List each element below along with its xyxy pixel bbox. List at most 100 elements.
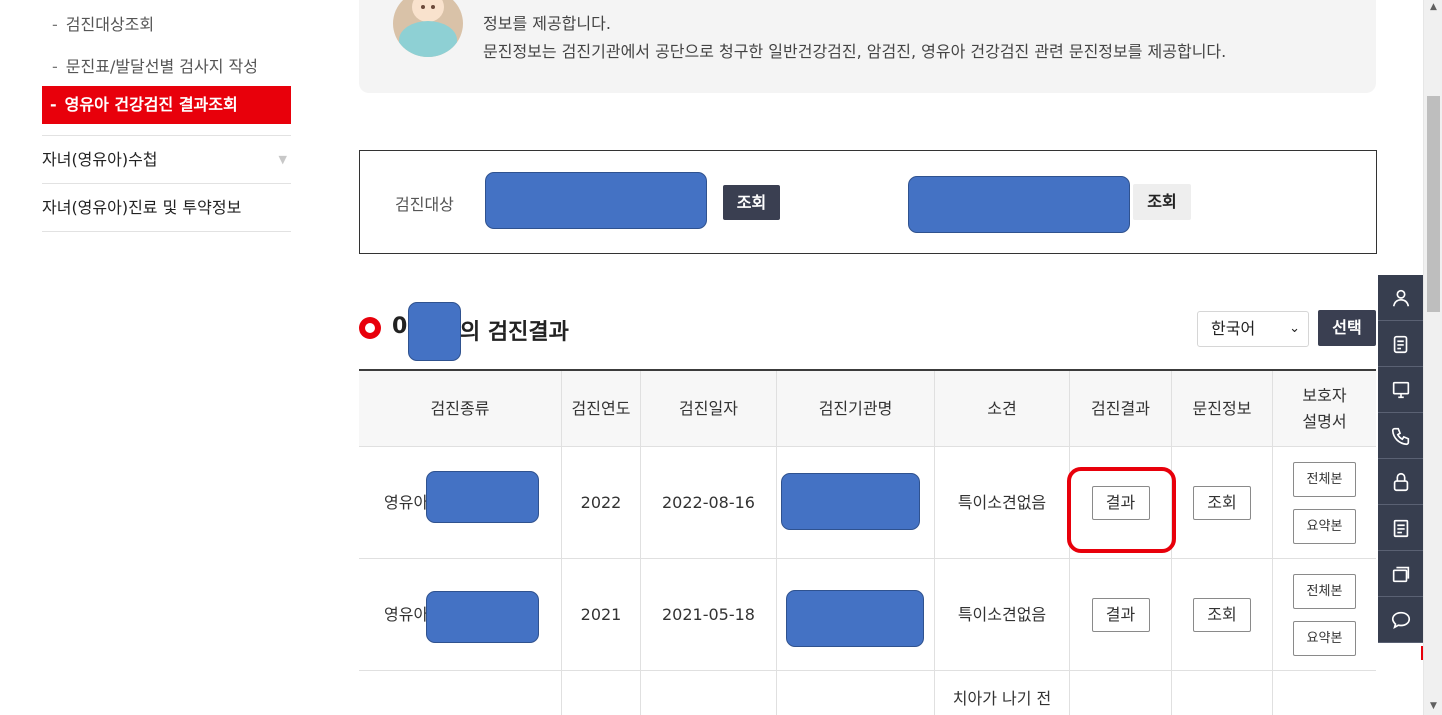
institution-cell	[777, 671, 935, 715]
checkup-type-cell	[359, 671, 562, 715]
sidebar-item-child-medical[interactable]: 자녀(영유아)진료 및 투약정보	[42, 184, 291, 232]
date-cell: 2021-05-18	[641, 559, 777, 670]
search-button[interactable]: 조회	[1133, 184, 1191, 220]
info-box: 정보를 제공합니다. 문진정보는 검진기관에서 공단으로 청구한 일반건강검진,…	[359, 0, 1376, 93]
sidebar-sub-item-infant-results[interactable]: - 영유아 건강검진 결과조회	[42, 86, 291, 124]
sidebar-sub-item-label: 영유아 건강검진 결과조회	[64, 95, 238, 114]
monitor-icon	[1392, 381, 1409, 398]
column-header: 검진종류	[359, 371, 562, 446]
redacted-name-field[interactable]	[485, 172, 707, 229]
quick-menu	[1378, 275, 1423, 643]
results-title: 0 의 검진결과	[392, 314, 569, 345]
quick-menu-item[interactable]	[1378, 459, 1423, 505]
result-button-highlight	[1067, 467, 1176, 553]
column-header: 검진연도	[562, 371, 641, 446]
opinion-cell: 특이소견없음	[935, 559, 1070, 670]
chevron-down-icon: ⌄	[1289, 321, 1300, 336]
redacted-checkup-type	[426, 591, 539, 643]
column-header: 검진결과	[1070, 371, 1172, 446]
result-cell	[1070, 671, 1172, 715]
sidebar-dash: -	[50, 95, 57, 114]
result-button[interactable]: 결과	[1091, 597, 1150, 632]
date-cell	[641, 671, 777, 715]
quick-menu-item[interactable]	[1378, 597, 1423, 643]
results-title-prefix: 0	[392, 314, 408, 339]
table-row: 영유아 2022 2022-08-16 특이소견없음 결과 조회 전체본 요약본	[359, 447, 1376, 559]
search-label: 검진대상	[395, 195, 454, 214]
language-select-button[interactable]: 선택	[1318, 310, 1376, 346]
location-pin-icon	[359, 317, 381, 339]
guide-cell	[1273, 671, 1376, 715]
search-button[interactable]: 조회	[723, 185, 780, 220]
sidebar-sub-item-questionnaire[interactable]: - 문진표/발달선별 검사지 작성	[42, 48, 291, 86]
language-select-value: 한국어	[1211, 319, 1256, 338]
scrollbar-thumb[interactable]	[1427, 96, 1440, 312]
person-icon	[1392, 289, 1409, 306]
year-cell	[562, 671, 641, 715]
sidebar-item-label: 자녀(영유아)수첩	[42, 150, 158, 169]
quick-menu-item[interactable]	[1378, 275, 1423, 321]
quick-menu-item[interactable]	[1378, 367, 1423, 413]
quick-menu-item[interactable]	[1378, 505, 1423, 551]
guide-summary-button[interactable]: 요약본	[1293, 508, 1356, 544]
checkup-type-cell: 영유아	[359, 559, 562, 670]
results-table: 검진종류 검진연도 검진일자 검진기관명 소견 검진결과 문진정보 보호자 설명…	[359, 369, 1376, 715]
questionnaire-cell: 조회	[1172, 559, 1273, 670]
questionnaire-button[interactable]: 조회	[1193, 485, 1251, 520]
opinion-cell: 치아가 나기 전	[935, 671, 1070, 715]
quick-menu-item[interactable]	[1378, 551, 1423, 597]
sidebar-sub-item-checkup-target[interactable]: - 검진대상조회	[42, 0, 291, 48]
redacted-institution	[786, 590, 924, 647]
baby-illustration-icon	[393, 0, 463, 57]
sidebar-dash: -	[52, 57, 58, 76]
redacted-child-name	[408, 302, 461, 361]
column-header: 보호자 설명서	[1302, 385, 1347, 431]
year-cell: 2021	[562, 559, 641, 670]
table-row: 치아가 나기 전	[359, 671, 1376, 715]
institution-cell	[777, 559, 935, 670]
lock-icon	[1393, 472, 1408, 491]
year-cell: 2022	[562, 447, 641, 558]
sidebar-item-label: 자녀(영유아)진료 및 투약정보	[42, 198, 242, 217]
questionnaire-cell: 조회	[1172, 447, 1273, 558]
table-header-row: 검진종류 검진연도 검진일자 검진기관명 소견 검진결과 문진정보 보호자 설명…	[359, 371, 1376, 447]
date-cell: 2022-08-16	[641, 447, 777, 558]
language-select[interactable]: 한국어 ⌄	[1197, 311, 1309, 347]
checkup-type-prefix: 영유아	[384, 604, 429, 624]
table-row: 영유아 2021 2021-05-18 특이소견없음 결과 조회 전체본 요약본	[359, 559, 1376, 671]
scrollbar[interactable]: ▲ ▼	[1423, 0, 1442, 715]
phone-icon	[1391, 427, 1409, 445]
scroll-down-icon[interactable]: ▼	[1424, 701, 1442, 715]
sidebar-item-child-handbook[interactable]: 자녀(영유아)수첩 ▼	[42, 136, 291, 184]
institution-cell	[777, 447, 935, 558]
list-icon	[1393, 519, 1408, 537]
quick-menu-item[interactable]	[1378, 321, 1423, 367]
column-header: 검진일자	[641, 371, 777, 446]
checkup-type-cell: 영유아	[359, 447, 562, 558]
redacted-checkup-type	[426, 471, 539, 523]
guide-cell: 전체본 요약본	[1273, 447, 1376, 558]
sidebar-dash: -	[52, 15, 58, 34]
results-title-suffix: 의 검진결과	[460, 320, 569, 345]
redacted-name-field[interactable]	[908, 176, 1130, 233]
sidebar-sub-item-label: 문진표/발달선별 검사지 작성	[65, 57, 258, 76]
guide-full-button[interactable]: 전체본	[1293, 461, 1356, 497]
chat-icon	[1391, 611, 1410, 629]
quick-menu-item[interactable]	[1378, 413, 1423, 459]
document-icon	[1393, 335, 1407, 353]
result-cell: 결과	[1070, 559, 1172, 670]
sidebar: - 검진대상조회 - 문진표/발달선별 검사지 작성 - 영유아 건강검진 결과조회 …	[42, 0, 291, 232]
info-text: 정보를 제공합니다.	[483, 14, 611, 33]
checkup-type-prefix: 영유아	[384, 492, 429, 512]
opinion-cell: 특이소견없음	[935, 447, 1070, 558]
guide-cell: 전체본 요약본	[1273, 559, 1376, 670]
search-box: 검진대상 조회 조회	[359, 150, 1377, 254]
guide-summary-button[interactable]: 요약본	[1293, 620, 1356, 656]
column-header: 검진기관명	[777, 371, 935, 446]
guide-full-button[interactable]: 전체본	[1293, 573, 1356, 609]
stack-icon	[1392, 566, 1409, 582]
questionnaire-button[interactable]: 조회	[1193, 597, 1251, 632]
sidebar-divider	[42, 124, 291, 136]
column-header: 소견	[935, 371, 1070, 446]
scroll-up-icon[interactable]: ▲	[1424, 2, 1442, 16]
